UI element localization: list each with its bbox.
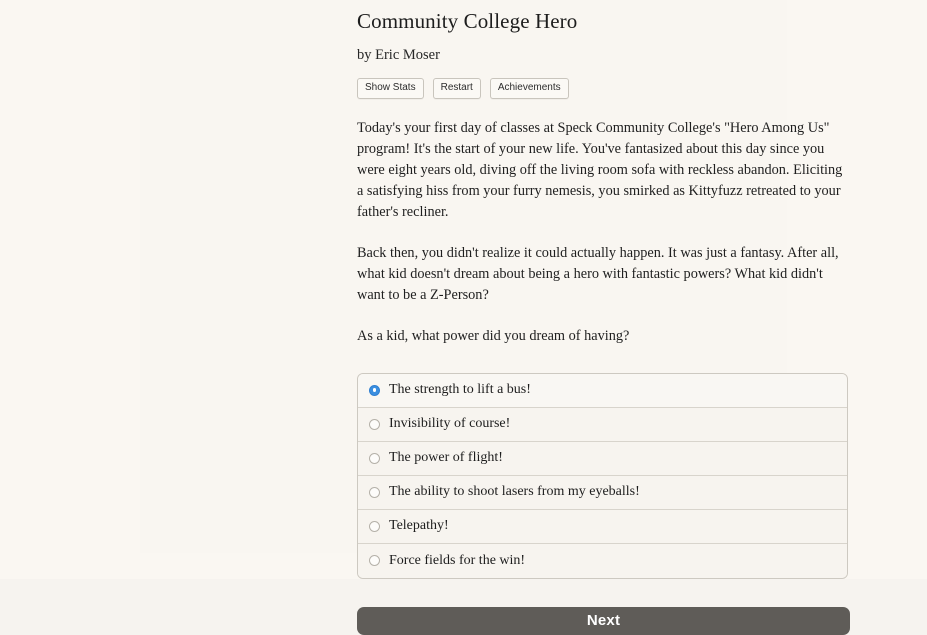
choice-label: The power of flight! [389,450,503,466]
story-container: Community College Hero by Eric Moser Sho… [357,0,850,635]
choice-list: The strength to lift a bus! Invisibility… [357,372,848,579]
author-byline: by Eric Moser [357,47,440,64]
choice-label: Force fields for the win! [389,552,526,568]
radio-icon[interactable] [369,384,380,396]
choice-label: The strength to lift a bus! [389,382,531,398]
choice-option-1[interactable]: The strength to lift a bus! [358,373,847,408]
choice-option-6[interactable]: Force fields for the win! [358,543,847,578]
choice-option-2[interactable]: Invisibility of course! [358,407,847,442]
choice-option-3[interactable]: The power of flight! [358,441,847,476]
choice-option-5[interactable]: Telepathy! [358,509,847,544]
story-paragraph-1: Today's your first day of classes at Spe… [357,119,843,220]
achievements-button[interactable]: Achievements [489,77,569,99]
game-page: Community College Hero by Eric Moser Sho… [0,0,927,635]
choice-label: The ability to shoot lasers from my eyeb… [389,484,640,500]
radio-icon[interactable] [369,418,380,430]
radio-icon[interactable] [369,555,380,567]
content-panel: Community College Hero by Eric Moser Sho… [140,0,850,635]
choice-label: Telepathy! [389,518,449,534]
radio-icon[interactable] [369,486,380,498]
next-button[interactable]: Next [357,606,850,635]
choice-option-4[interactable]: The ability to shoot lasers from my eyeb… [358,475,847,510]
show-stats-button[interactable]: Show Stats [357,77,424,99]
radio-icon[interactable] [369,452,380,464]
radio-icon[interactable] [369,520,380,532]
story-question: As a kid, what power did you dream of ha… [357,327,630,344]
page-title: Community College Hero [357,9,578,33]
restart-button[interactable]: Restart [432,77,481,99]
story-paragraph-2: Back then, you didn't realize it could a… [357,244,839,303]
toolbar: Show Stats Restart Achievements [357,77,850,99]
choice-label: Invisibility of course! [389,416,511,432]
